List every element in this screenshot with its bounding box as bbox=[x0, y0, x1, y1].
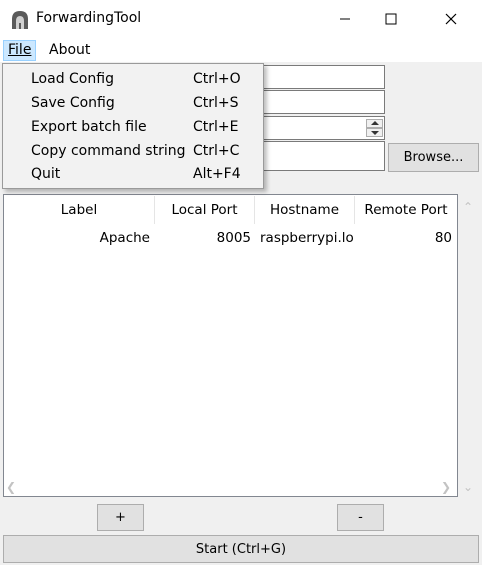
menu-item-shortcut: Ctrl+O bbox=[193, 71, 241, 87]
menu-item-shortcut: Ctrl+S bbox=[193, 95, 239, 111]
menu-item-label: Load Config bbox=[31, 71, 114, 87]
spin-up-icon bbox=[371, 121, 379, 125]
path-input[interactable] bbox=[258, 141, 385, 171]
add-row-button[interactable]: + bbox=[97, 504, 144, 531]
menu-item-load-config[interactable]: Load Config Ctrl+O bbox=[3, 67, 261, 91]
cell-local-port: 8005 bbox=[216, 230, 251, 246]
app-icon bbox=[12, 11, 28, 29]
start-button[interactable]: Start (Ctrl+G) bbox=[3, 535, 479, 563]
close-icon bbox=[445, 13, 457, 25]
maximize-button[interactable] bbox=[368, 0, 414, 38]
spin-up-button[interactable] bbox=[366, 119, 383, 128]
column-header-label[interactable]: Label bbox=[4, 196, 155, 224]
spin-down-button[interactable] bbox=[366, 128, 383, 137]
menu-item-quit[interactable]: Quit Alt+F4 bbox=[3, 162, 261, 186]
column-header-local-port[interactable]: Local Port bbox=[155, 196, 255, 224]
menu-item-shortcut: Ctrl+E bbox=[193, 119, 239, 135]
menu-about-label: About bbox=[49, 42, 91, 58]
cell-label: Apache bbox=[99, 230, 150, 246]
menu-about[interactable]: About bbox=[45, 41, 94, 60]
menu-file-label: File bbox=[8, 42, 32, 58]
horizontal-scrollbar[interactable] bbox=[4, 480, 457, 496]
menu-file[interactable]: File bbox=[3, 40, 37, 61]
menu-item-label: Export batch file bbox=[31, 119, 147, 135]
maximize-icon bbox=[385, 13, 397, 25]
scroll-left-icon[interactable]: ❮ bbox=[6, 480, 16, 494]
spin-down-icon bbox=[371, 131, 379, 135]
scroll-up-icon[interactable]: ⌃ bbox=[463, 200, 473, 214]
close-button[interactable] bbox=[428, 0, 474, 38]
scroll-right-icon[interactable]: ❯ bbox=[441, 480, 451, 494]
scroll-down-icon[interactable]: ⌄ bbox=[463, 480, 473, 494]
cell-hostname: raspberrypi.lo bbox=[260, 230, 354, 246]
vertical-scrollbar[interactable] bbox=[458, 194, 478, 497]
menu-item-label: Quit bbox=[31, 166, 61, 182]
menu-item-label: Copy command string bbox=[31, 143, 186, 159]
menu-item-shortcut: Ctrl+C bbox=[193, 143, 240, 159]
column-header-hostname[interactable]: Hostname bbox=[255, 196, 355, 224]
window-title: ForwardingTool bbox=[36, 10, 142, 26]
menu-item-export-batch-file[interactable]: Export batch file Ctrl+E bbox=[3, 115, 261, 139]
remove-row-button[interactable]: - bbox=[337, 504, 384, 531]
column-header-remote-port[interactable]: Remote Port bbox=[355, 196, 457, 224]
cell-remote-port: 80 bbox=[434, 230, 452, 246]
menu-item-copy-command-string[interactable]: Copy command string Ctrl+C bbox=[3, 139, 261, 163]
browse-button[interactable]: Browse... bbox=[388, 143, 479, 172]
menu-item-shortcut: Alt+F4 bbox=[193, 166, 241, 182]
field-1-input[interactable] bbox=[258, 65, 385, 89]
field-2-input[interactable] bbox=[258, 90, 385, 114]
minimize-button[interactable] bbox=[322, 0, 368, 38]
menu-item-save-config[interactable]: Save Config Ctrl+S bbox=[3, 91, 261, 115]
menu-item-label: Save Config bbox=[31, 95, 115, 111]
minimize-icon bbox=[340, 18, 350, 20]
